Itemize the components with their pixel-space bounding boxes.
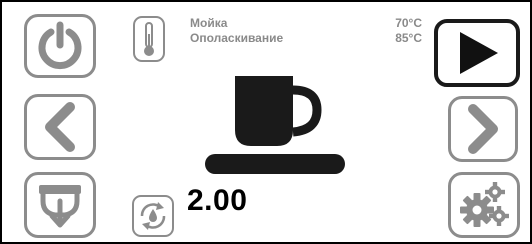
chevron-right-icon: [468, 104, 498, 154]
rinse-temperature: 85°C: [395, 31, 422, 45]
start-button[interactable]: [434, 19, 520, 87]
temperature-row-wash: Мойка 70°C: [190, 16, 422, 31]
temperature-row-rinse: Ополаскивание 85°C: [190, 31, 422, 46]
wash-temperature: 70°C: [395, 16, 422, 30]
refresh-drop-icon: [140, 202, 166, 230]
drain-icon: [39, 185, 81, 228]
cup-icon: [205, 76, 345, 174]
power-icon: [38, 21, 82, 70]
settings-button[interactable]: [448, 172, 520, 238]
coffee-machine-screen: Мойка 70°C Ополаскивание 85°C 2.00: [0, 0, 532, 244]
back-button[interactable]: [24, 94, 96, 160]
gears-icon: [460, 182, 509, 227]
thermometer-icon: [144, 22, 154, 56]
wash-label: Мойка: [190, 16, 228, 30]
forward-button[interactable]: [448, 96, 518, 162]
rinse-label: Ополаскивание: [190, 31, 284, 45]
play-icon: [460, 32, 498, 74]
drain-button[interactable]: [24, 172, 96, 238]
counter-button[interactable]: [132, 195, 174, 237]
thermometer-button[interactable]: [133, 16, 165, 62]
counter-value: 2.00: [187, 184, 248, 217]
power-button[interactable]: [24, 14, 96, 78]
chevron-left-icon: [45, 102, 75, 152]
cup-display: [205, 72, 345, 184]
temperature-panel: Мойка 70°C Ополаскивание 85°C: [190, 16, 422, 46]
